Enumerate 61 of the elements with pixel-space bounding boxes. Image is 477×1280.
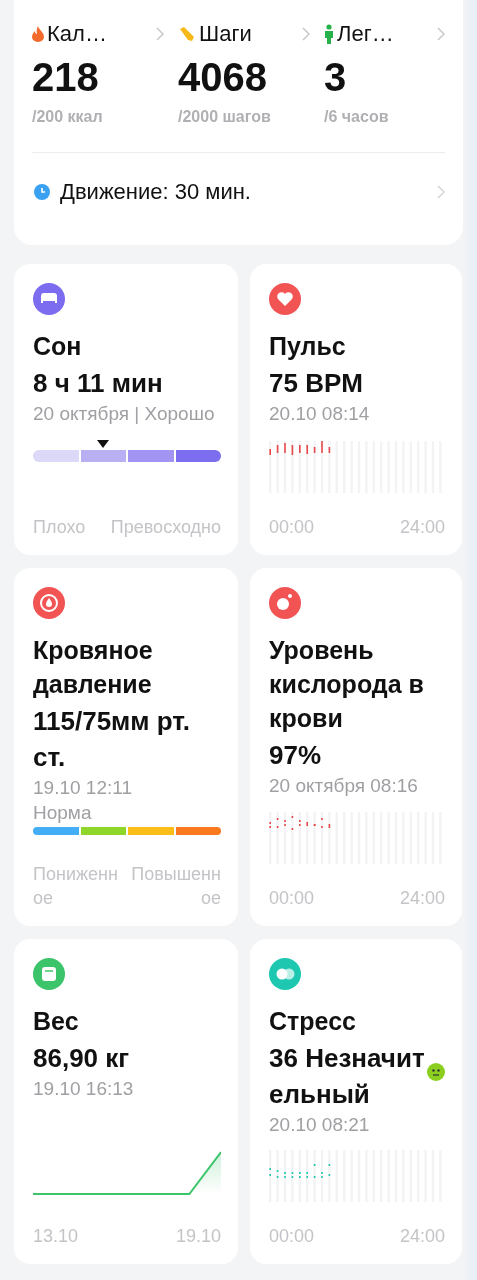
weight-card[interactable]: Вес 86,90 кг 19.10 16:13 13.10 19.10 [14,939,238,1264]
drop-icon [33,587,65,619]
clock-icon [34,184,50,200]
card-title: Стресс [269,1006,357,1037]
chevron-icon[interactable] [302,27,310,41]
oxygen-icon [269,587,301,619]
metric-goal: /200 ккал [32,108,104,126]
card-value: 97% [269,739,323,772]
chevron-icon[interactable] [156,27,164,41]
neutral-face-icon [427,1063,445,1081]
axis-label: 00:00 [269,1225,315,1248]
axis-label: 24:00 [399,1225,445,1248]
axis-label: 24:00 [399,887,445,910]
card-value: 75 BPM [269,367,364,400]
scale-label: Пониженное [33,863,119,910]
axis-label: 00:00 [269,516,315,539]
metric-value: 218 [32,54,100,100]
card-date: 19.10 16:13 [33,1077,135,1101]
card-date: 20 октября 08:16 [269,774,419,798]
chevron-icon[interactable] [437,185,445,199]
sleep-card[interactable]: Сон 8 ч 11 мин 20 октября | Хорошо Плохо Превосходно [14,264,238,555]
metric-goal: /6 часов [324,108,390,126]
chevron-icon[interactable] [437,27,445,41]
card-title: Уровень кислорода в крови [269,635,425,734]
card-date: 20.10 08:21 [269,1113,371,1137]
metric-value: 4068 [178,54,268,100]
card-value: 8 ч 11 мин [33,367,164,400]
person-icon [324,24,334,44]
activity-text[interactable]: Движение: 30 мин. [60,179,251,205]
card-value: 86,90 кг [33,1042,131,1075]
bed-icon [33,283,65,315]
card-value: 115/75мм рт. ст. [33,705,191,774]
metric-label[interactable]: Лег… [337,21,394,47]
axis-label: 24:00 [399,516,445,539]
shoe-icon [178,26,196,42]
faces-icon [269,958,301,990]
pulse-card[interactable]: Пульс 75 BPM 20.10 08:14 00:00 24:00 [250,264,462,555]
metric-value: 3 [324,54,348,100]
card-value: 36 Незначительный [269,1042,425,1111]
axis-label: 00:00 [269,887,315,910]
card-title: Кровяное давление [33,635,154,700]
card-date: 20.10 08:14 [269,402,371,426]
oxygen-card[interactable]: Уровень кислорода в крови 97% 20 октября 08:16 00:00 24:00 [250,568,462,926]
axis-label: 13.10 [33,1225,79,1248]
card-date: 20 октября | Хорошо [33,402,216,426]
status-text: Норма [33,801,93,825]
scale-icon [33,958,65,990]
scale-label: Плохо [33,516,86,539]
stress-card[interactable]: Стресс 36 Незначительный 20.10 08:21 00:00 24:00 [250,939,462,1264]
scale-label: Превосходно [110,516,221,539]
metric-label[interactable]: Шаги [199,21,252,47]
flame-icon [32,26,44,42]
card-title: Сон [33,331,83,362]
card-title: Пульс [269,331,347,362]
card-date: 19.10 12:11 [33,776,133,800]
metric-goal: /2000 шагов [178,108,272,126]
axis-label: 19.10 [175,1225,221,1248]
scale-label: Повышенное [131,863,221,910]
card-title: Вес [33,1006,80,1037]
metric-label[interactable]: Кал… [47,21,107,47]
pressure-card[interactable]: Кровяное давление 115/75мм рт. ст. 19.10 12:11 Норма Пониженное Повышенное [14,568,238,926]
